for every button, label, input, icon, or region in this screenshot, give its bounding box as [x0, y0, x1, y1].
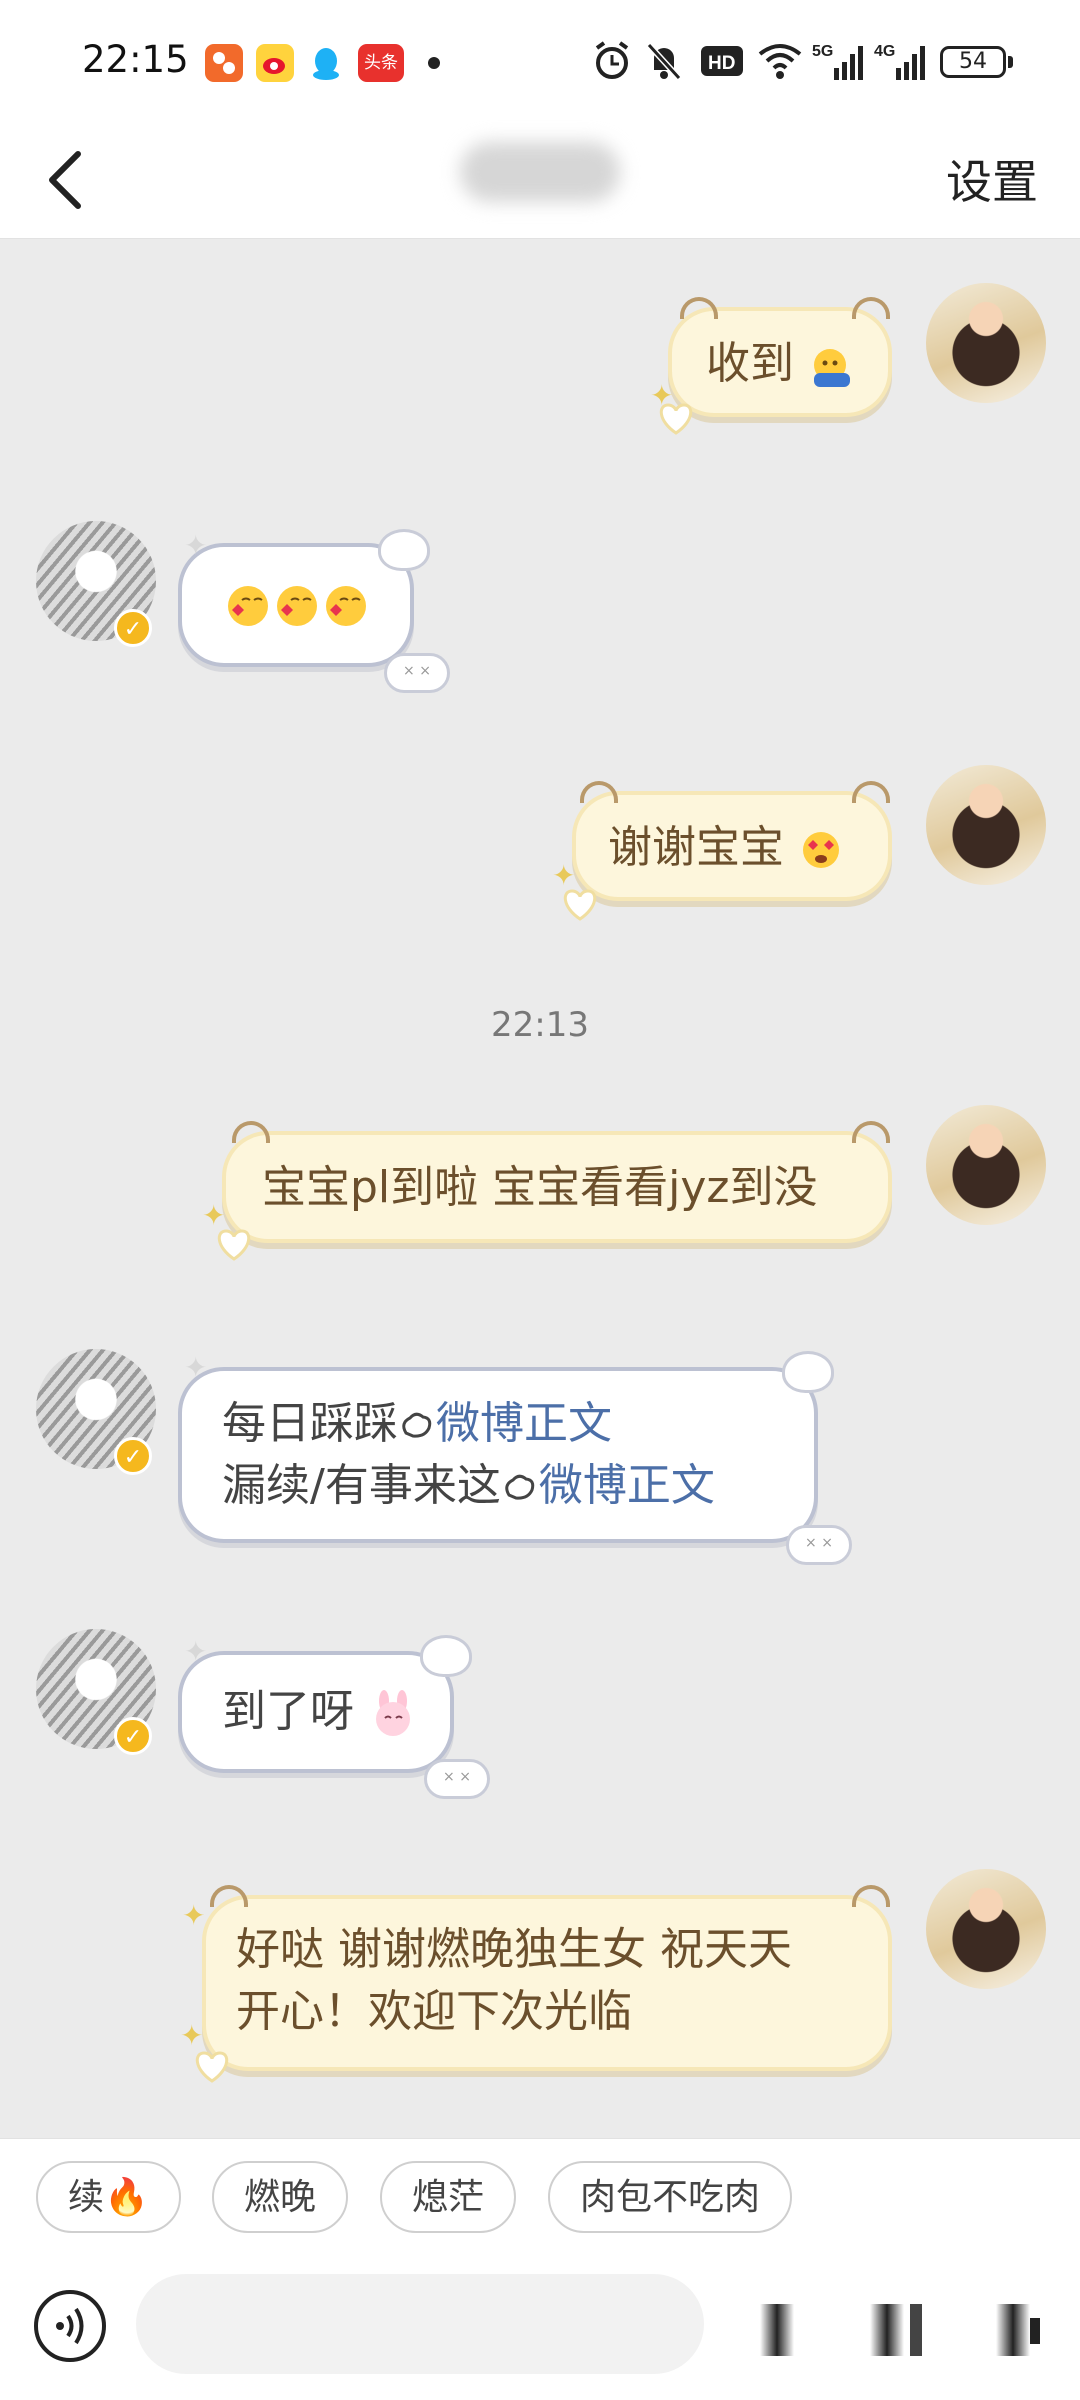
weibo-link-icon	[402, 1412, 432, 1438]
bubble-ear-decoration	[210, 1885, 248, 1907]
svg-text:5G: 5G	[812, 43, 833, 60]
battery-icon: 54	[940, 46, 1006, 78]
back-button[interactable]	[34, 140, 104, 220]
quick-reply-bar: 续🔥 燃晚 熄茫 肉包不吃肉	[0, 2138, 1080, 2261]
avatar[interactable]	[926, 283, 1046, 403]
message-text: 好哒 谢谢燃晚独生女 祝天天	[236, 1924, 792, 1975]
bubble-ear-decoration	[852, 1121, 890, 1143]
message-row-other: ✓ 到了呀 ✦ × ×	[0, 1619, 1080, 1819]
bubble-ear-decoration	[852, 781, 890, 803]
signal-5g-icon: 5G	[812, 43, 863, 80]
cloud-decoration: × ×	[384, 653, 450, 693]
weibo-post-link[interactable]: 微博正文	[539, 1460, 715, 1511]
status-bar: 22:15 头条 HD 5G 4G 54	[0, 0, 1080, 120]
chat-area[interactable]: 收到 ✦ ✓ ✦ × × 谢谢宝宝 ✦ 22:13 宝宝pl到啦 宝宝看看jyz…	[0, 239, 1080, 2139]
message-bubble[interactable]: 每日踩踩 微博正文 漏续/有事来这 微博正文	[178, 1367, 818, 1543]
hd-icon: HD	[701, 46, 743, 76]
message-text: 到了呀	[222, 1686, 354, 1737]
more-notifications-dot	[428, 57, 440, 69]
heart-decoration	[195, 2051, 229, 2083]
message-row-other: ✓ 每日踩踩 微博正文 漏续/有事来这 微博正文 ✦ × ×	[0, 1339, 1080, 1599]
chat-timestamp: 22:13	[491, 1005, 589, 1045]
message-row-self: 收到 ✦	[0, 239, 1080, 439]
message-line: 每日踩踩 微博正文	[222, 1393, 814, 1455]
cat-decoration	[420, 1635, 472, 1677]
nav-bar: 设置	[0, 120, 1080, 239]
bubble-ear-decoration	[580, 781, 618, 803]
quick-reply-chip[interactable]: 燃晚	[212, 2161, 349, 2233]
bubble-ear-decoration	[852, 297, 890, 319]
signal-4g-icon: 4G	[874, 43, 925, 80]
alarm-icon	[595, 41, 629, 79]
message-input[interactable]	[136, 2274, 704, 2374]
weibo-post-link[interactable]: 微博正文	[436, 1398, 612, 1449]
conversation-title-blurred	[460, 142, 620, 202]
svg-text:4G: 4G	[874, 43, 895, 60]
quick-reply-chip[interactable]: 熄茫	[380, 2161, 517, 2233]
message-text: 开心！欢迎下次光临	[236, 1986, 632, 2037]
message-bubble[interactable]: 收到	[668, 307, 892, 417]
sparkle-decoration: ✦	[184, 529, 208, 562]
heart-eyes-emoji-icon	[803, 832, 839, 868]
message-row-self: 宝宝pl到啦 宝宝看看jyz到没 ✦	[0, 1099, 1080, 1299]
message-bubble[interactable]: 到了呀	[178, 1651, 454, 1773]
avatar[interactable]	[926, 765, 1046, 885]
qq-icon	[307, 44, 345, 82]
cloud-decoration: × ×	[424, 1759, 490, 1799]
svg-text:HD: HD	[708, 53, 735, 74]
message-bubble[interactable]: 谢谢宝宝	[572, 791, 892, 901]
message-text: 收到	[706, 338, 794, 389]
message-row-self: 谢谢宝宝 ✦	[0, 739, 1080, 939]
input-bar	[0, 2260, 1080, 2400]
toutiao-icon: 头条	[358, 44, 404, 82]
wifi-icon	[758, 44, 802, 79]
message-row-other: ✓ ✦ × ×	[0, 489, 1080, 693]
heart-decoration	[217, 1229, 251, 1261]
sparkle-decoration: ✦	[184, 1635, 208, 1668]
mute-icon	[646, 42, 682, 81]
quick-reply-chip[interactable]: 续🔥	[36, 2161, 181, 2233]
weibo-icon	[256, 44, 294, 82]
bubble-ear-decoration	[852, 1885, 890, 1907]
message-line: 漏续/有事来这 微博正文	[222, 1455, 814, 1517]
bubble-ear-decoration	[680, 297, 718, 319]
message-bubble[interactable]	[178, 543, 414, 667]
verified-badge: ✓	[114, 609, 152, 647]
message-bubble[interactable]: 宝宝pl到啦 宝宝看看jyz到没	[222, 1131, 892, 1243]
message-row-self: 好哒 谢谢燃晚独生女 祝天天 开心！欢迎下次光临 ✦ ✦	[0, 1859, 1080, 2119]
status-time: 22:15	[82, 38, 189, 81]
cat-decoration	[378, 529, 430, 571]
kiss-emoji-icon	[222, 578, 372, 629]
battery-tip	[1008, 56, 1013, 68]
avatar[interactable]	[926, 1105, 1046, 1225]
voice-button[interactable]	[34, 2290, 106, 2362]
message-text: 漏续/有事来这	[222, 1460, 501, 1511]
message-text: 谢谢宝宝	[608, 822, 784, 873]
weibo-link-icon	[505, 1474, 535, 1500]
verified-badge: ✓	[114, 1437, 152, 1475]
quick-reply-chip[interactable]: 肉包不吃肉	[548, 2161, 793, 2233]
salute-emoji-icon	[814, 349, 850, 387]
verified-badge: ✓	[114, 1717, 152, 1755]
message-bubble[interactable]: 好哒 谢谢燃晚独生女 祝天天 开心！欢迎下次光临	[202, 1895, 892, 2071]
message-text: 宝宝pl到啦 宝宝看看jyz到没	[262, 1162, 818, 1213]
cat-decoration	[782, 1351, 834, 1393]
voice-icon	[56, 2307, 84, 2345]
avatar[interactable]	[926, 1869, 1046, 1989]
app-icon	[205, 44, 243, 82]
sparkle-decoration: ✦	[182, 1899, 206, 1932]
settings-button[interactable]: 设置	[946, 146, 1038, 212]
bubble-ear-decoration	[232, 1121, 270, 1143]
heart-decoration	[659, 403, 693, 435]
rabbit-emoji-icon	[376, 1690, 410, 1736]
toolbar-icons-blurred[interactable]	[760, 2288, 1050, 2368]
sparkle-decoration: ✦	[184, 1351, 208, 1384]
message-text: 每日踩踩	[222, 1398, 398, 1449]
heart-decoration	[563, 889, 597, 921]
cloud-decoration: × ×	[786, 1525, 852, 1565]
chevron-left-icon	[49, 151, 81, 209]
